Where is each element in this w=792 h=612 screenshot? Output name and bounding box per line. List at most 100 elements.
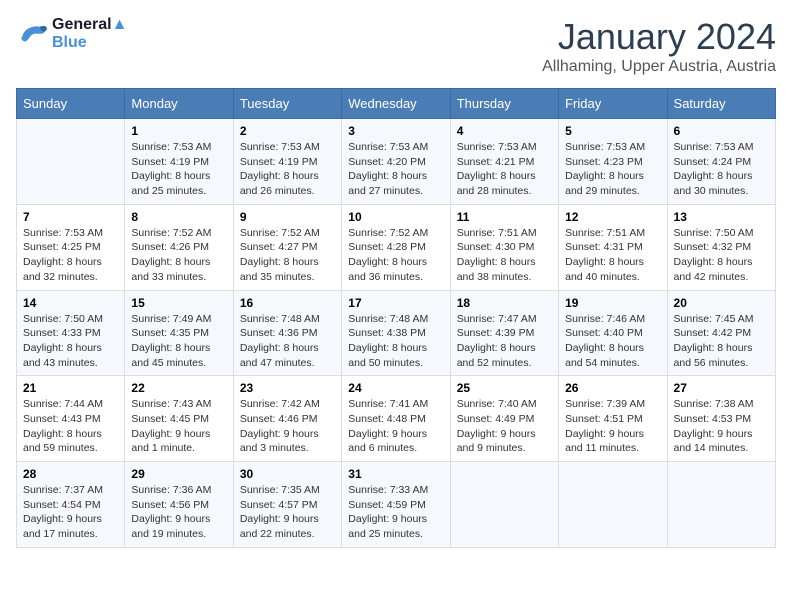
day-number: 29 [131,467,226,481]
calendar-cell: 19 Sunrise: 7:46 AM Sunset: 4:40 PM Dayli… [559,290,667,376]
weekday-header-monday: Monday [125,89,233,119]
calendar-cell: 31Sunrise: 7:33 AM Sunset: 4:59 PM Dayli… [342,462,450,548]
cell-info: Sunrise: 7:38 AM Sunset: 4:53 PM Dayligh… [674,397,769,456]
cell-info: Sunrise: 7:51 AM Sunset: 4:30 PM Dayligh… [457,226,552,285]
day-number: 1 [131,124,226,138]
cell-info: Sunrise: 7:52 AM Sunset: 4:27 PM Dayligh… [240,226,335,285]
cell-info: Sunrise: 7:43 AM Sunset: 4:45 PM Dayligh… [131,397,226,456]
calendar-cell [559,462,667,548]
calendar-cell: 30Sunrise: 7:35 AM Sunset: 4:57 PM Dayli… [233,462,341,548]
calendar-cell [450,462,558,548]
day-number: 10 [348,210,443,224]
day-number: 15 [131,296,226,310]
cell-info: Sunrise: 7:48 AM Sunset: 4:36 PM Dayligh… [240,312,335,371]
calendar-cell: 20Sunrise: 7:45 AM Sunset: 4:42 PM Dayli… [667,290,775,376]
cell-info: Sunrise: 7:39 AM Sunset: 4:51 PM Dayligh… [565,397,660,456]
calendar-table: SundayMondayTuesdayWednesdayThursdayFrid… [16,88,776,548]
cell-info: Sunrise: 7:53 AM Sunset: 4:25 PM Dayligh… [23,226,118,285]
month-title: January 2024 [542,16,776,58]
calendar-cell: 8 Sunrise: 7:52 AM Sunset: 4:26 PM Daylig… [125,204,233,290]
cell-info: Sunrise: 7:50 AM Sunset: 4:33 PM Dayligh… [23,312,118,371]
cell-info: Sunrise: 7:45 AM Sunset: 4:42 PM Dayligh… [674,312,769,371]
day-number: 21 [23,381,118,395]
cell-info: Sunrise: 7:52 AM Sunset: 4:26 PM Dayligh… [131,226,226,285]
weekday-header-thursday: Thursday [450,89,558,119]
day-number: 4 [457,124,552,138]
day-number: 13 [674,210,769,224]
logo-text: General▲ Blue [52,16,127,51]
cell-info: Sunrise: 7:40 AM Sunset: 4:49 PM Dayligh… [457,397,552,456]
weekday-header-wednesday: Wednesday [342,89,450,119]
calendar-cell: 10 Sunrise: 7:52 AM Sunset: 4:28 PM Dayli… [342,204,450,290]
calendar-cell: 22 Sunrise: 7:43 AM Sunset: 4:45 PM Dayli… [125,376,233,462]
calendar-cell: 27 Sunrise: 7:38 AM Sunset: 4:53 PM Dayli… [667,376,775,462]
day-number: 27 [674,381,769,395]
calendar-cell: 11 Sunrise: 7:51 AM Sunset: 4:30 PM Dayli… [450,204,558,290]
calendar-cell: 12 Sunrise: 7:51 AM Sunset: 4:31 PM Dayli… [559,204,667,290]
calendar-cell: 26 Sunrise: 7:39 AM Sunset: 4:51 PM Dayli… [559,376,667,462]
calendar-week-5: 28 Sunrise: 7:37 AM Sunset: 4:54 PM Dayli… [17,462,776,548]
day-number: 24 [348,381,443,395]
logo-bird-icon [16,20,48,48]
day-number: 23 [240,381,335,395]
calendar-cell [667,462,775,548]
cell-info: Sunrise: 7:35 AM Sunset: 4:57 PM Dayligh… [240,483,335,542]
day-number: 28 [23,467,118,481]
day-number: 12 [565,210,660,224]
calendar-cell: 18 Sunrise: 7:47 AM Sunset: 4:39 PM Dayli… [450,290,558,376]
day-number: 7 [23,210,118,224]
cell-info: Sunrise: 7:44 AM Sunset: 4:43 PM Dayligh… [23,397,118,456]
day-number: 22 [131,381,226,395]
day-number: 9 [240,210,335,224]
location: Allhaming, Upper Austria, Austria [542,58,776,76]
cell-info: Sunrise: 7:51 AM Sunset: 4:31 PM Dayligh… [565,226,660,285]
calendar-cell: 7 Sunrise: 7:53 AM Sunset: 4:25 PM Daylig… [17,204,125,290]
weekday-header-row: SundayMondayTuesdayWednesdayThursdayFrid… [17,89,776,119]
calendar-cell: 4 Sunrise: 7:53 AM Sunset: 4:21 PM Daylig… [450,119,558,205]
calendar-cell: 14 Sunrise: 7:50 AM Sunset: 4:33 PM Dayli… [17,290,125,376]
day-number: 31 [348,467,443,481]
title-block: January 2024 Allhaming, Upper Austria, A… [542,16,776,76]
day-number: 18 [457,296,552,310]
day-number: 8 [131,210,226,224]
weekday-header-saturday: Saturday [667,89,775,119]
cell-info: Sunrise: 7:52 AM Sunset: 4:28 PM Dayligh… [348,226,443,285]
logo: General▲ Blue [16,16,127,51]
page-header: General▲ Blue January 2024 Allhaming, Up… [16,16,776,76]
calendar-cell: 3Sunrise: 7:53 AM Sunset: 4:20 PM Daylig… [342,119,450,205]
calendar-week-4: 21 Sunrise: 7:44 AM Sunset: 4:43 PM Dayli… [17,376,776,462]
calendar-week-1: 1 Sunrise: 7:53 AM Sunset: 4:19 PM Daylig… [17,119,776,205]
calendar-cell: 2 Sunrise: 7:53 AM Sunset: 4:19 PM Daylig… [233,119,341,205]
weekday-header-friday: Friday [559,89,667,119]
day-number: 2 [240,124,335,138]
day-number: 11 [457,210,552,224]
calendar-cell: 6 Sunrise: 7:53 AM Sunset: 4:24 PM Daylig… [667,119,775,205]
cell-info: Sunrise: 7:48 AM Sunset: 4:38 PM Dayligh… [348,312,443,371]
day-number: 14 [23,296,118,310]
calendar-cell: 5 Sunrise: 7:53 AM Sunset: 4:23 PM Daylig… [559,119,667,205]
calendar-cell: 13 Sunrise: 7:50 AM Sunset: 4:32 PM Dayli… [667,204,775,290]
cell-info: Sunrise: 7:49 AM Sunset: 4:35 PM Dayligh… [131,312,226,371]
day-number: 16 [240,296,335,310]
calendar-cell: 9 Sunrise: 7:52 AM Sunset: 4:27 PM Daylig… [233,204,341,290]
calendar-cell: 1Sunrise: 7:53 AM Sunset: 4:19 PM Daylig… [125,119,233,205]
cell-info: Sunrise: 7:46 AM Sunset: 4:40 PM Dayligh… [565,312,660,371]
day-number: 5 [565,124,660,138]
day-number: 26 [565,381,660,395]
day-number: 6 [674,124,769,138]
cell-info: Sunrise: 7:36 AM Sunset: 4:56 PM Dayligh… [131,483,226,542]
calendar-week-3: 14 Sunrise: 7:50 AM Sunset: 4:33 PM Dayli… [17,290,776,376]
cell-info: Sunrise: 7:53 AM Sunset: 4:23 PM Dayligh… [565,140,660,199]
cell-info: Sunrise: 7:41 AM Sunset: 4:48 PM Dayligh… [348,397,443,456]
weekday-header-sunday: Sunday [17,89,125,119]
calendar-cell: 29 Sunrise: 7:36 AM Sunset: 4:56 PM Dayli… [125,462,233,548]
cell-info: Sunrise: 7:53 AM Sunset: 4:19 PM Dayligh… [240,140,335,199]
cell-info: Sunrise: 7:37 AM Sunset: 4:54 PM Dayligh… [23,483,118,542]
cell-info: Sunrise: 7:53 AM Sunset: 4:24 PM Dayligh… [674,140,769,199]
calendar-cell: 16 Sunrise: 7:48 AM Sunset: 4:36 PM Dayli… [233,290,341,376]
cell-info: Sunrise: 7:42 AM Sunset: 4:46 PM Dayligh… [240,397,335,456]
day-number: 19 [565,296,660,310]
cell-info: Sunrise: 7:50 AM Sunset: 4:32 PM Dayligh… [674,226,769,285]
cell-info: Sunrise: 7:53 AM Sunset: 4:21 PM Dayligh… [457,140,552,199]
cell-info: Sunrise: 7:47 AM Sunset: 4:39 PM Dayligh… [457,312,552,371]
